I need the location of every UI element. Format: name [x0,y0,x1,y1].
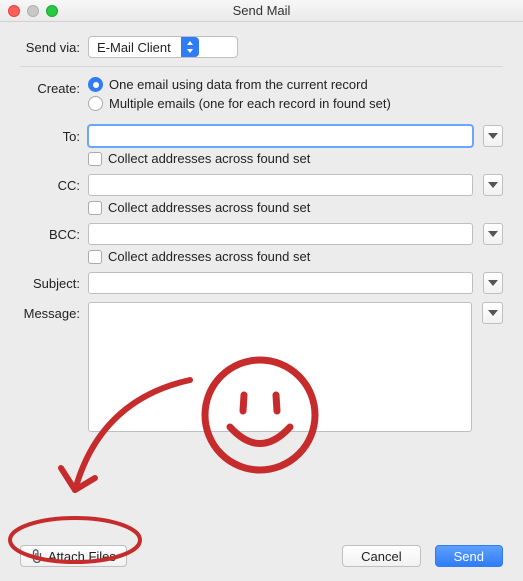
chevron-down-icon [488,310,498,316]
message-menu-button[interactable] [482,302,503,324]
create-option-label: One email using data from the current re… [109,77,368,92]
radio-icon [88,96,103,111]
chevron-down-icon [488,280,498,286]
create-option-one-email[interactable]: One email using data from the current re… [88,77,503,92]
bcc-collect-checkbox[interactable]: Collect addresses across found set [88,249,503,264]
minimize-window-icon [27,5,39,17]
to-menu-button[interactable] [483,125,504,147]
subject-menu-button[interactable] [483,272,504,294]
checkbox-icon [88,250,102,264]
subject-label: Subject: [20,272,88,291]
to-collect-checkbox[interactable]: Collect addresses across found set [88,151,503,166]
send-label: Send [454,549,484,564]
paperclip-icon [31,549,43,563]
select-arrows-icon [181,37,199,57]
create-label: Create: [20,77,88,96]
bcc-collect-label: Collect addresses across found set [108,249,310,264]
cc-collect-label: Collect addresses across found set [108,200,310,215]
bcc-label: BCC: [20,223,88,242]
attach-files-button[interactable]: Attach Files [20,545,127,567]
titlebar: Send Mail [0,0,523,22]
subject-input[interactable] [88,272,473,294]
cc-input[interactable] [88,174,473,196]
message-row: Message: [20,302,503,432]
to-row: To: Collect addresses across found set [20,125,503,166]
message-textarea[interactable] [88,302,472,432]
dialog-content: Send via: E-Mail Client Create: One emai… [0,22,523,432]
window-title: Send Mail [233,3,291,18]
create-option-label: Multiple emails (one for each record in … [109,96,391,111]
cc-menu-button[interactable] [483,174,504,196]
send-button[interactable]: Send [435,545,503,567]
radio-icon [88,77,103,92]
send-via-value: E-Mail Client [97,40,171,55]
bcc-input[interactable] [88,223,473,245]
create-row: Create: One email using data from the cu… [20,77,503,115]
send-via-select[interactable]: E-Mail Client [88,36,238,58]
send-via-row: Send via: E-Mail Client [20,36,503,58]
cc-label: CC: [20,174,88,193]
to-input[interactable] [88,125,473,147]
cc-collect-checkbox[interactable]: Collect addresses across found set [88,200,503,215]
chevron-down-icon [488,133,498,139]
attach-files-label: Attach Files [48,549,116,564]
chevron-down-icon [488,231,498,237]
cancel-label: Cancel [361,549,401,564]
send-via-label: Send via: [20,36,88,55]
bcc-menu-button[interactable] [483,223,504,245]
dialog-footer: Attach Files Cancel Send [0,545,523,567]
separator [20,66,503,67]
message-label: Message: [20,302,88,321]
to-collect-label: Collect addresses across found set [108,151,310,166]
cc-row: CC: Collect addresses across found set [20,174,503,215]
subject-row: Subject: [20,272,503,294]
close-window-icon[interactable] [8,5,20,17]
create-option-multiple-emails[interactable]: Multiple emails (one for each record in … [88,96,503,111]
cancel-button[interactable]: Cancel [342,545,420,567]
chevron-down-icon [488,182,498,188]
to-label: To: [20,125,88,144]
maximize-window-icon[interactable] [46,5,58,17]
checkbox-icon [88,201,102,215]
bcc-row: BCC: Collect addresses across found set [20,223,503,264]
checkbox-icon [88,152,102,166]
traffic-lights [8,5,58,17]
